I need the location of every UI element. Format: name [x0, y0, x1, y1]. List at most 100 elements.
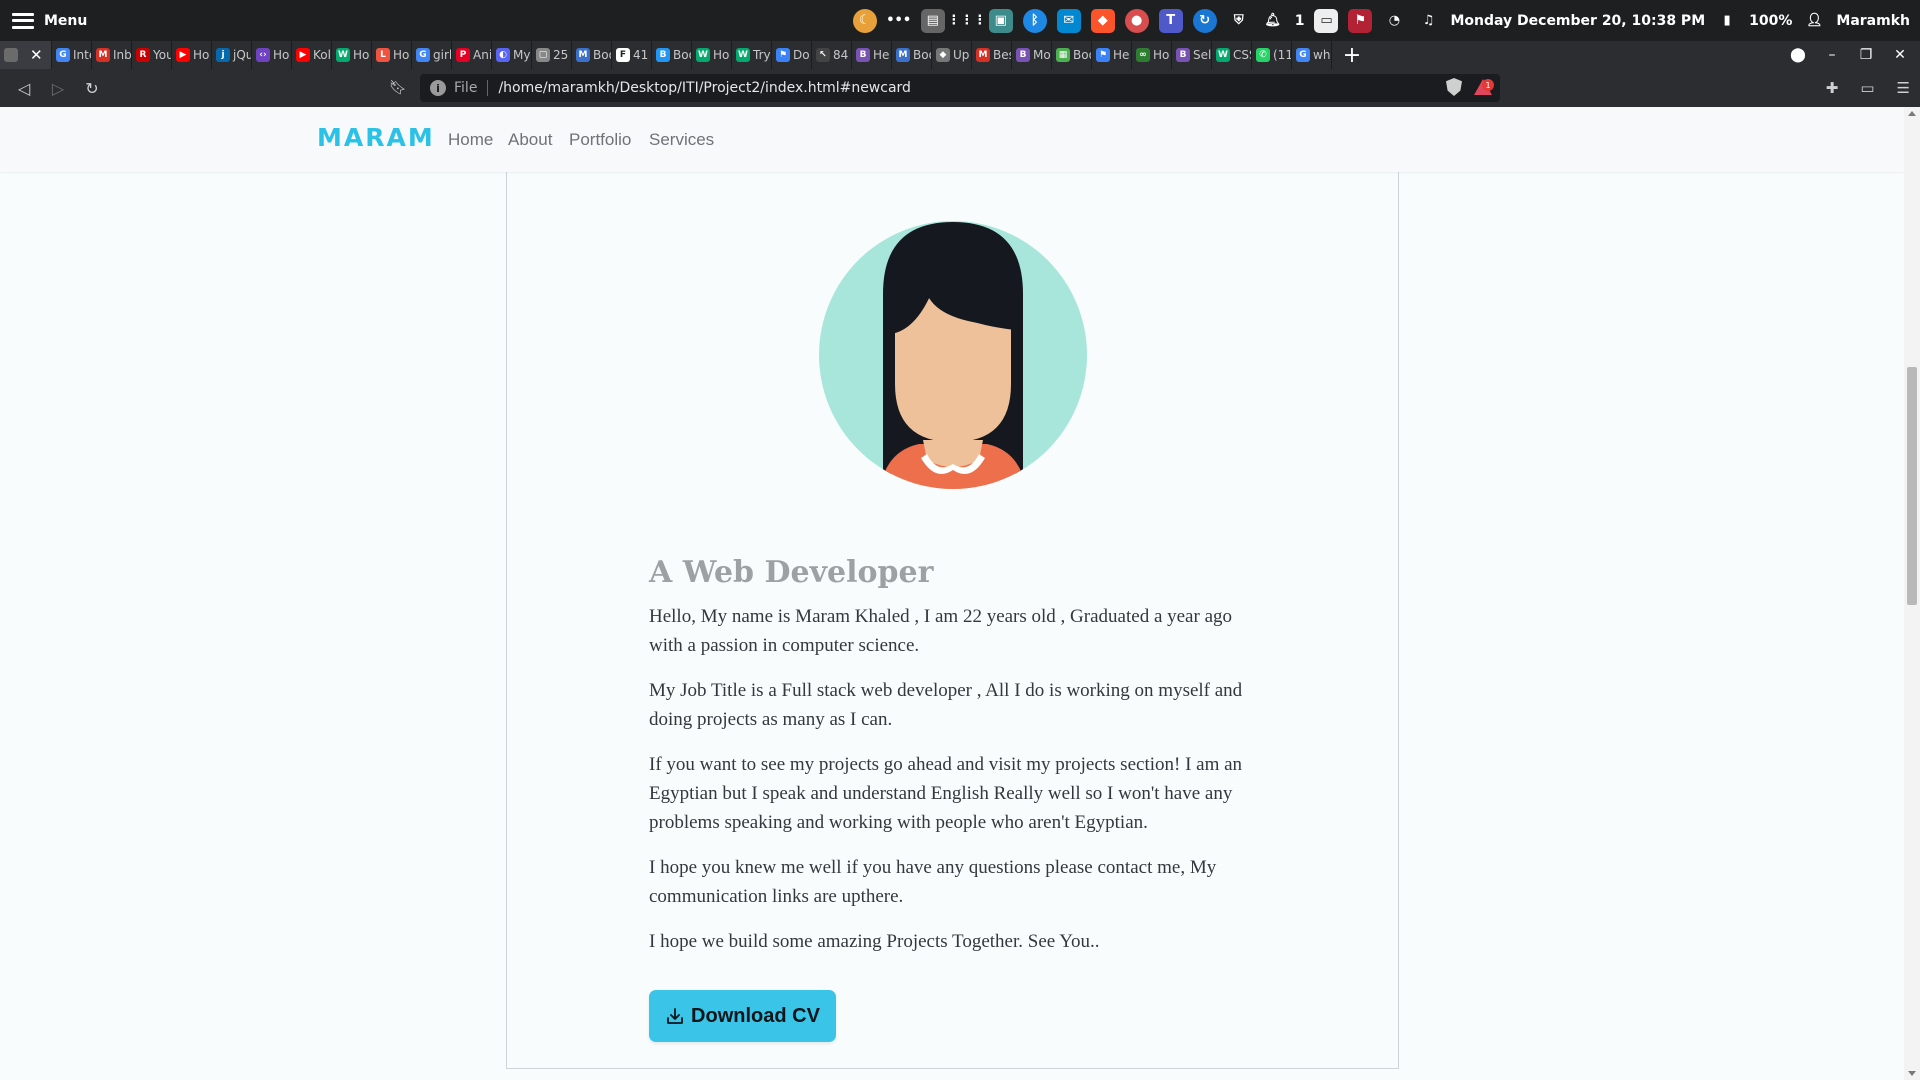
update-icon[interactable]: ↻ [1192, 8, 1217, 33]
browser-tab[interactable]: P Ani [452, 41, 492, 69]
browser-tab[interactable]: ▶ Ho [172, 41, 212, 69]
language-flag-icon[interactable]: ⚑ [1348, 8, 1373, 33]
download-cv-button[interactable]: Download CV [649, 990, 836, 1042]
minimize-button[interactable]: – [1824, 47, 1840, 63]
weather-icon[interactable]: ☾ [852, 8, 877, 33]
bootsnipp-icon: B [656, 48, 670, 62]
bookmark-icon[interactable]: 🔖︎ [386, 72, 410, 104]
browser-tab[interactable]: ▦Boo [1052, 41, 1092, 69]
forward-button[interactable]: ▷ [42, 72, 74, 104]
browser-tab-strip: ✕GInteMInbRYou▶HojjQu‹›Ho▶KolWHoLHoGgirl… [0, 41, 1920, 69]
bluetooth-icon[interactable]: ᛒ [1022, 8, 1047, 33]
browser-tab[interactable]: M Inb [92, 41, 132, 69]
tab-label: girl [433, 48, 452, 62]
browser-tab[interactable]: ↖ 84 [812, 41, 852, 69]
scrollbar-thumb[interactable] [1907, 367, 1917, 605]
tab-label: Boo [673, 48, 691, 62]
browser-tab[interactable]: R You [132, 41, 172, 69]
browser-tab[interactable]: W Ho [692, 41, 732, 69]
tab-label: Inte [73, 48, 91, 62]
tab-label: Ho [193, 48, 210, 62]
tab-close-icon[interactable]: ✕ [30, 46, 43, 64]
wifi-icon[interactable]: ◔ [1382, 9, 1406, 33]
brave-shields-icon[interactable] [1446, 78, 1462, 96]
browser-tab[interactable]: MBes [972, 41, 1012, 69]
restore-button[interactable]: ❐ [1858, 47, 1874, 63]
system-menu-button[interactable]: Menu [0, 12, 87, 29]
w3schools-icon: W [336, 48, 350, 62]
browser-tab[interactable]: GInte [52, 41, 92, 69]
browser-tab[interactable]: W Ho [332, 41, 372, 69]
w3schools-icon: W [736, 48, 750, 62]
brave-tray-icon[interactable]: ◆ [1090, 8, 1115, 33]
browser-tab[interactable]: ◐ My [492, 41, 532, 69]
wallet-icon[interactable]: ▭ [1860, 79, 1874, 97]
browser-tab[interactable]: MBoo [892, 41, 932, 69]
browser-tab[interactable]: ▶ Kol [292, 41, 332, 69]
notification-bell-icon[interactable]: 🔔︎ [1261, 9, 1285, 33]
reload-button[interactable]: ↻ [76, 72, 108, 104]
browser-tab[interactable]: ✆ (11 [1252, 41, 1292, 69]
browser-tab[interactable]: B Sel [1172, 41, 1212, 69]
clipboard-icon[interactable]: ▤ [920, 8, 945, 33]
browser-tab[interactable]: B Mo [1012, 41, 1052, 69]
extensions-icon[interactable]: ✚ [1826, 79, 1839, 97]
browser-tab[interactable]: Gwh [1292, 41, 1332, 69]
scroll-down-arrow-icon[interactable] [1908, 1071, 1916, 1076]
keyboard-icon[interactable]: ▭ [1314, 8, 1339, 33]
back-button[interactable]: ◁ [8, 72, 40, 104]
browser-tab[interactable]: j jQu [212, 41, 252, 69]
browser-tab[interactable]: W Try [732, 41, 772, 69]
nav-link-about[interactable]: About [508, 130, 552, 150]
toolbar-right-actions: ✚ ▭ ☰ [1826, 69, 1910, 107]
browser-tab[interactable]: WCSS [1212, 41, 1252, 69]
browser-tab[interactable]: ‹› Ho [252, 41, 292, 69]
about-paragraph: I hope you knew me well if you have any … [649, 857, 1217, 907]
nav-link-home[interactable]: Home [448, 130, 493, 150]
battery-icon[interactable]: ▮ [1715, 9, 1739, 33]
app-grid-icon[interactable]: ⋮⋮⋮ [947, 9, 986, 33]
shield-tray-icon[interactable]: ⛨ [1227, 9, 1251, 33]
mail-tray-icon[interactable]: ✉ [1056, 8, 1081, 33]
browser-menu-icon[interactable]: ☰ [1897, 79, 1910, 97]
browser-tab[interactable]: BBoo [652, 41, 692, 69]
paint-icon[interactable]: ● [1124, 8, 1149, 33]
user-icon[interactable]: 👤︎ [1802, 9, 1826, 33]
nav-link-services[interactable]: Services [649, 130, 714, 150]
address-bar[interactable]: i File /home/maramkh/Desktop/ITI/Project… [420, 74, 1500, 102]
system-top-panel: Menu ☾ ••• ▤ ⋮⋮⋮ ▣ ᛒ ✉ ◆ ● T ↻ ⛨ 🔔︎ 1 ▭ … [0, 0, 1920, 41]
more-dots-icon[interactable]: ••• [886, 9, 911, 33]
browser-tab[interactable]: Ggirl [412, 41, 452, 69]
browser-tab[interactable]: ▢ 25 [532, 41, 572, 69]
browser-tab[interactable]: ∞ Ho [1132, 41, 1172, 69]
screenshot-icon[interactable]: ▣ [988, 8, 1013, 33]
system-username[interactable]: Maramkh [1836, 13, 1910, 29]
url-text[interactable]: /home/maramkh/Desktop/ITI/Project2/index… [498, 80, 911, 96]
tab-search-icon[interactable]: ⬤ [1790, 47, 1806, 63]
image-icon: ▦ [1056, 48, 1070, 62]
close-window-button[interactable]: ✕ [1892, 47, 1908, 63]
site-brand-logo[interactable]: MARAM [317, 123, 435, 152]
teams-icon[interactable]: T [1158, 8, 1183, 33]
flag-icon: ⚑ [1096, 48, 1110, 62]
browser-tab[interactable]: B He [852, 41, 892, 69]
browser-tab[interactable]: MBoo [572, 41, 612, 69]
window-controls: ⬤ – ❐ ✕ [1780, 41, 1920, 69]
scroll-up-arrow-icon[interactable] [1908, 111, 1916, 116]
browser-tab[interactable]: L Ho [372, 41, 412, 69]
page-scrollbar[interactable] [1904, 107, 1920, 1080]
system-datetime[interactable]: Monday December 20, 10:38 PM [1450, 13, 1705, 29]
new-tab-button[interactable]: + [1332, 41, 1372, 69]
browser-tab[interactable]: ✕ [0, 41, 52, 69]
hamburger-icon [12, 12, 34, 29]
music-icon[interactable]: ♫ [1416, 9, 1440, 33]
bootstrap-icon: B [856, 48, 870, 62]
browser-tab[interactable]: ⚑ Do [772, 41, 812, 69]
nav-link-portfolio[interactable]: Portfolio [569, 130, 631, 150]
bootstrap-icon: B [1176, 48, 1190, 62]
tab-label: Sel [1193, 48, 1212, 62]
browser-tab[interactable]: F 41 [612, 41, 652, 69]
browser-tab[interactable]: ⚑ He [1092, 41, 1132, 69]
site-info-icon[interactable]: i [430, 80, 446, 96]
browser-tab[interactable]: ◆ Up [932, 41, 972, 69]
